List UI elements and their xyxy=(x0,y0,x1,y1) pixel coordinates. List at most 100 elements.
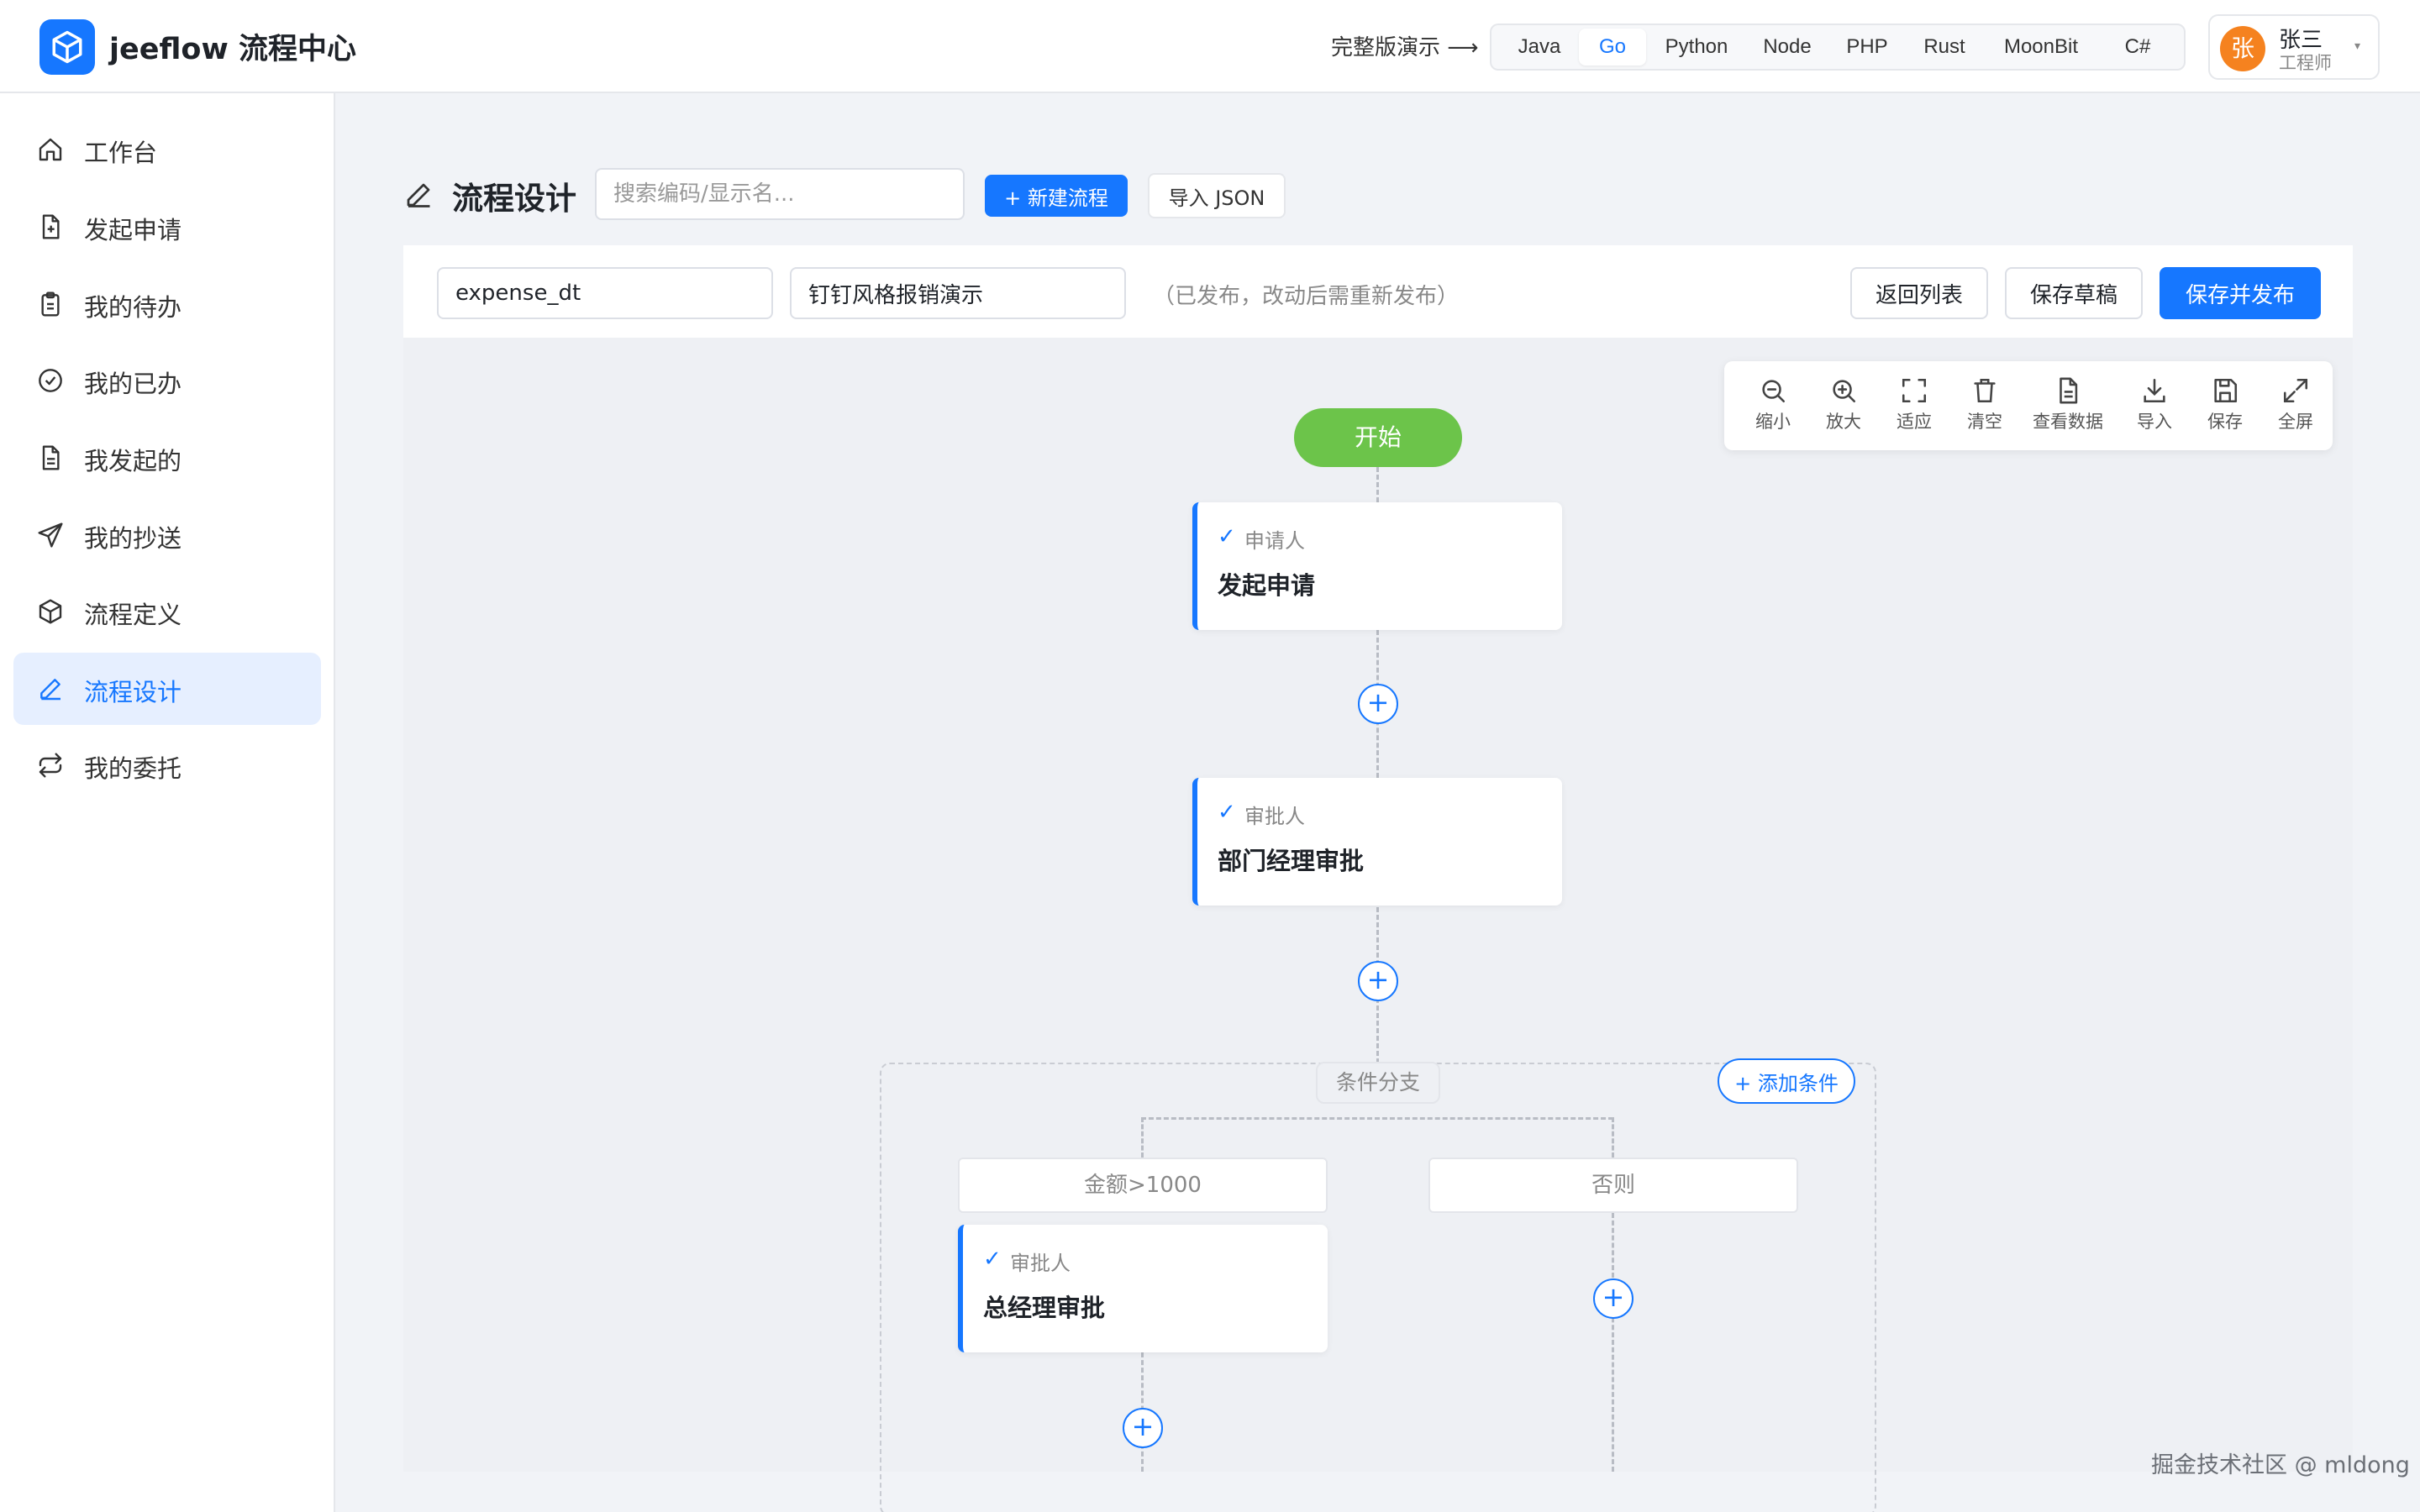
check-icon: ✓ xyxy=(1218,524,1236,549)
save-button[interactable]: 保存 xyxy=(2191,376,2259,438)
pencil-icon xyxy=(407,183,430,207)
sidebar-item-definitions[interactable]: 流程定义 xyxy=(13,575,321,648)
tool-label: 缩小 xyxy=(1755,412,1791,432)
condition-branch-title: 条件分支 xyxy=(1316,1062,1440,1104)
lang-php[interactable]: PHP xyxy=(1829,29,1905,66)
lang-go[interactable]: Go xyxy=(1579,29,1646,66)
language-switcher: Java Go Python Node PHP Rust MoonBit C# xyxy=(1490,24,2186,71)
sidebar-item-label: 发起申请 xyxy=(84,216,182,244)
user-menu[interactable]: 张 张三 工程师 ▾ xyxy=(2208,14,2380,80)
app-logo[interactable] xyxy=(39,19,95,75)
trash-icon xyxy=(1974,378,1996,403)
fullscreen-icon xyxy=(2283,378,2308,403)
node-title: 总经理审批 xyxy=(983,1294,1106,1322)
fit-button[interactable]: 适应 xyxy=(1881,376,1948,438)
flow-name-field[interactable] xyxy=(790,267,1126,319)
sidebar-item-label: 我的委托 xyxy=(84,754,182,783)
fit-icon xyxy=(1902,378,1927,403)
back-to-list-button[interactable]: 返回列表 xyxy=(1850,267,1988,319)
sidebar-item-label: 我的抄送 xyxy=(84,524,182,553)
top-bar: jeeflow 流程中心 完整版演示 ⟶ Java Go Python Node… xyxy=(0,0,2420,93)
download-icon xyxy=(2144,378,2165,403)
check-circle-icon xyxy=(39,369,62,392)
node-role: 审批人 xyxy=(1010,1252,1071,1275)
document-icon xyxy=(2060,377,2078,404)
sidebar-item-label: 流程定义 xyxy=(84,601,182,629)
import-json-button[interactable]: 导入 JSON xyxy=(1148,173,1286,218)
tool-label: 导入 xyxy=(2137,412,2172,432)
home-icon xyxy=(39,138,62,161)
clipboard-icon xyxy=(41,291,60,317)
condition-amount[interactable]: 金额>1000 xyxy=(958,1158,1328,1213)
node-title: 部门经理审批 xyxy=(1218,847,1365,875)
lang-moonbit[interactable]: MoonBit xyxy=(1984,29,2098,66)
sidebar-item-todo[interactable]: 我的待办 xyxy=(13,268,321,340)
lang-rust[interactable]: Rust xyxy=(1907,29,1982,66)
repeat-icon xyxy=(39,753,62,778)
canvas-toolbar: 缩小 放大 适应 清空 查看数据 导入 保存 全屏 xyxy=(1724,361,2333,450)
node-card-gm[interactable]: ✓ 审批人 总经理审批 xyxy=(958,1225,1328,1352)
page-title: 流程设计 xyxy=(452,181,576,217)
save-icon xyxy=(2214,378,2238,403)
zoom-in-button[interactable]: 放大 xyxy=(1810,376,1877,438)
send-icon xyxy=(38,522,63,548)
file-plus-icon xyxy=(42,214,60,239)
lang-node[interactable]: Node xyxy=(1747,29,1828,66)
lang-java[interactable]: Java xyxy=(1502,29,1577,66)
box-icon xyxy=(39,599,62,624)
chevron-down-icon: ▾ xyxy=(2354,39,2361,53)
sidebar-item-cc[interactable]: 我的抄送 xyxy=(13,499,321,571)
search-input[interactable] xyxy=(595,168,965,220)
add-condition-button[interactable]: + 添加条件 xyxy=(1718,1058,1855,1104)
import-button[interactable]: 导入 xyxy=(2121,376,2188,438)
user-role: 工程师 xyxy=(2279,53,2332,73)
sidebar-item-designer[interactable]: 流程设计 xyxy=(13,653,321,725)
sidebar-item-label: 我的待办 xyxy=(84,293,182,322)
save-publish-button[interactable]: 保存并发布 xyxy=(2160,267,2321,319)
sidebar-item-done[interactable]: 我的已办 xyxy=(13,344,321,417)
full-demo-link[interactable]: 完整版演示 ⟶ xyxy=(1331,30,1479,61)
pencil-icon xyxy=(40,679,60,701)
tool-label: 清空 xyxy=(1967,412,2002,432)
app-title: jeeflow 流程中心 xyxy=(109,33,356,66)
tool-label: 适应 xyxy=(1897,412,1932,432)
zoom-in-icon xyxy=(1833,380,1856,403)
sidebar-item-start-request[interactable]: 发起申请 xyxy=(13,191,321,263)
watermark: 掘金技术社区 @ mldong xyxy=(2151,1452,2410,1478)
tool-label: 全屏 xyxy=(2278,412,2313,432)
fullscreen-button[interactable]: 全屏 xyxy=(2262,376,2329,438)
sidebar-item-label: 流程设计 xyxy=(84,678,182,706)
save-draft-button[interactable]: 保存草稿 xyxy=(2005,267,2143,319)
publish-status-note: （已发布，改动后需重新发布） xyxy=(1153,284,1460,309)
tool-label: 保存 xyxy=(2207,412,2243,432)
condition-else[interactable]: 否则 xyxy=(1428,1158,1798,1213)
new-flow-button[interactable]: + 新建流程 xyxy=(985,175,1128,217)
zoom-out-icon xyxy=(1762,380,1786,403)
add-node-button[interactable]: + xyxy=(1123,1408,1163,1448)
sidebar-item-delegation[interactable]: 我的委托 xyxy=(13,729,321,801)
view-data-button[interactable]: 查看数据 xyxy=(2022,376,2114,438)
file-text-icon xyxy=(42,445,60,470)
node-role: 审批人 xyxy=(1244,805,1305,828)
lang-csharp[interactable]: C# xyxy=(2100,29,2175,66)
node-card-apply[interactable]: ✓ 申请人 发起申请 xyxy=(1192,502,1562,630)
add-node-button[interactable]: + xyxy=(1593,1278,1634,1319)
add-node-button[interactable]: + xyxy=(1358,684,1398,724)
flow-code-field[interactable] xyxy=(437,267,773,319)
avatar: 张 xyxy=(2220,26,2265,71)
node-role: 申请人 xyxy=(1244,529,1305,553)
sidebar-item-label: 工作台 xyxy=(84,139,158,167)
clear-button[interactable]: 清空 xyxy=(1951,376,2018,438)
zoom-out-button[interactable]: 缩小 xyxy=(1739,376,1807,438)
node-title: 发起申请 xyxy=(1218,571,1316,600)
sidebar-item-workbench[interactable]: 工作台 xyxy=(13,113,321,186)
lang-python[interactable]: Python xyxy=(1648,29,1745,66)
connector-line xyxy=(1376,467,1379,502)
check-icon: ✓ xyxy=(983,1247,1002,1272)
node-card-dept-manager[interactable]: ✓ 审批人 部门经理审批 xyxy=(1192,778,1562,906)
add-node-button[interactable]: + xyxy=(1358,961,1398,1001)
start-node[interactable]: 开始 xyxy=(1294,408,1462,467)
sidebar-item-label: 我发起的 xyxy=(84,447,182,475)
check-icon: ✓ xyxy=(1218,800,1236,825)
sidebar-item-my-started[interactable]: 我发起的 xyxy=(13,422,321,494)
